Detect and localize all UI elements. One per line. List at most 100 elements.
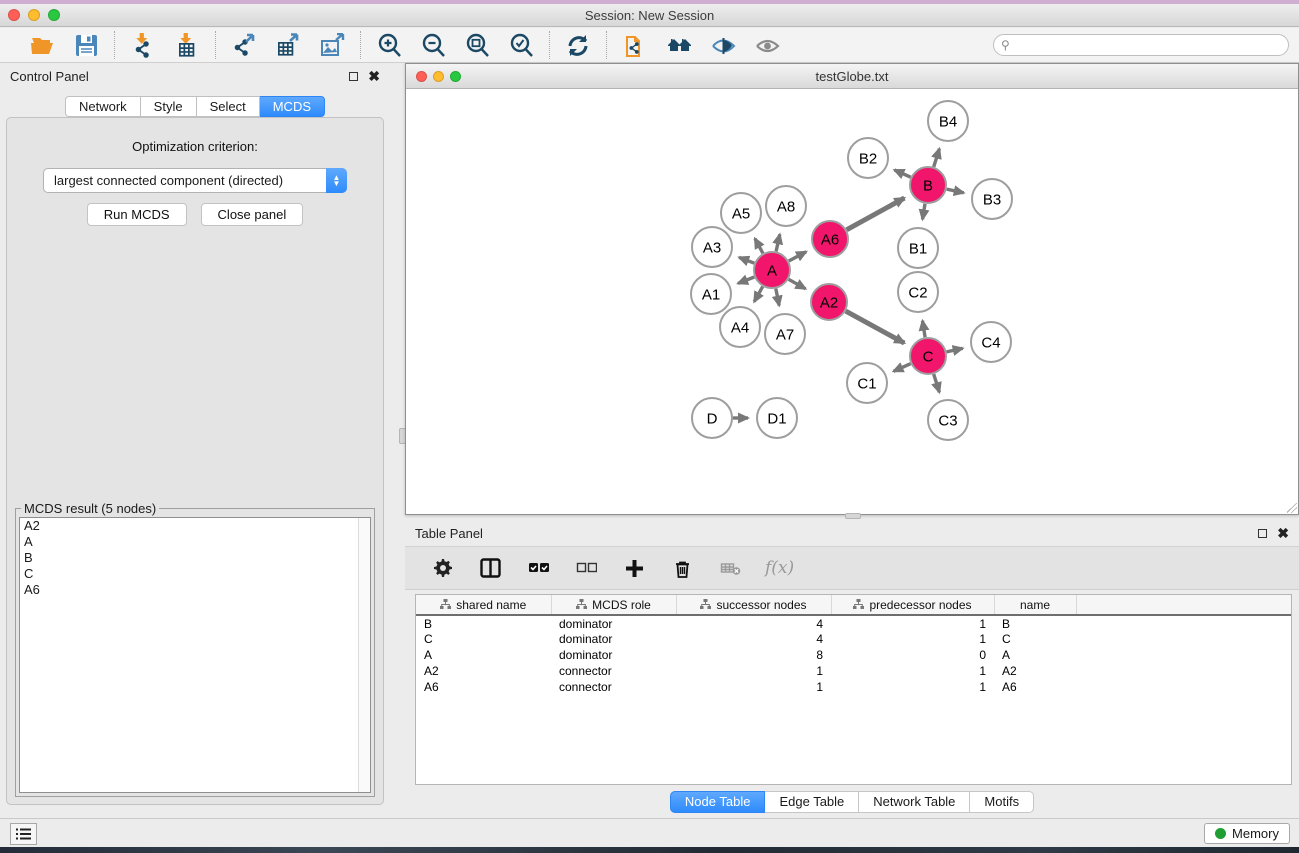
tab-mcds[interactable]: MCDS — [260, 96, 325, 117]
tab-network[interactable]: Network — [65, 96, 141, 117]
result-list-item[interactable]: A2 — [20, 518, 370, 534]
import-table-icon[interactable] — [173, 31, 201, 59]
edge-A-A8[interactable] — [776, 234, 780, 251]
node-A6[interactable]: A6 — [812, 221, 848, 257]
table-close-panel-icon[interactable]: ✖ — [1277, 529, 1289, 538]
memory-button[interactable]: Memory — [1204, 823, 1290, 844]
close-window-button[interactable] — [8, 9, 20, 21]
zoom-window-button[interactable] — [48, 9, 60, 21]
table-cell[interactable]: A6 — [416, 679, 551, 695]
tab-motifs[interactable]: Motifs — [970, 791, 1034, 813]
network-zoom-button[interactable] — [450, 71, 461, 82]
result-list-item[interactable]: A — [20, 534, 370, 550]
export-table-icon[interactable] — [274, 31, 302, 59]
table-cell[interactable]: 4 — [676, 631, 831, 647]
table-cell[interactable]: A — [416, 647, 551, 663]
node-C1[interactable]: C1 — [847, 363, 887, 403]
tab-edge-table[interactable]: Edge Table — [765, 791, 859, 813]
table-cell[interactable]: dominator — [551, 631, 676, 647]
zoom-fit-icon[interactable] — [463, 31, 491, 59]
mcds-result-list[interactable]: A2ABCA6 — [19, 517, 371, 793]
table-cell[interactable]: 4 — [676, 615, 831, 631]
table-cell[interactable]: A6 — [994, 679, 1076, 695]
table-row[interactable]: Adominator80A — [416, 647, 1291, 663]
node-B[interactable]: B — [910, 167, 946, 203]
node-A5[interactable]: A5 — [721, 193, 761, 233]
gear-icon[interactable] — [429, 555, 455, 581]
edge-C-C2[interactable] — [923, 321, 926, 338]
edge-A-A5[interactable] — [755, 239, 763, 254]
table-cell[interactable]: 8 — [676, 647, 831, 663]
table-cell[interactable]: A — [994, 647, 1076, 663]
home-icon[interactable] — [665, 31, 693, 59]
edge-C-C4[interactable] — [947, 348, 963, 352]
tab-node-table[interactable]: Node Table — [670, 791, 766, 813]
table-cell[interactable]: connector — [551, 663, 676, 679]
node-A3[interactable]: A3 — [692, 227, 732, 267]
column-header-shared-name[interactable]: shared name — [416, 595, 551, 615]
close-panel-icon[interactable]: ✖ — [368, 72, 380, 81]
optimization-criterion-dropdown[interactable]: largest connected component (directed) ▲… — [43, 168, 347, 193]
network-resize-grip[interactable] — [1287, 503, 1297, 513]
node-table[interactable]: shared nameMCDS rolesuccessor nodesprede… — [415, 594, 1292, 785]
column-header-successor-nodes[interactable]: successor nodes — [676, 595, 831, 615]
result-list-scrollbar[interactable] — [358, 518, 370, 792]
network-window-titlebar[interactable]: testGlobe.txt — [406, 64, 1298, 89]
tab-style[interactable]: Style — [141, 96, 197, 117]
refresh-icon[interactable] — [564, 31, 592, 59]
table-cell[interactable]: 1 — [831, 663, 994, 679]
column-header-MCDS-role[interactable]: MCDS role — [551, 595, 676, 615]
table-cell[interactable]: 1 — [676, 663, 831, 679]
delete-icon[interactable] — [669, 555, 695, 581]
network-close-button[interactable] — [416, 71, 427, 82]
table-cell[interactable]: A2 — [994, 663, 1076, 679]
edge-B-B2[interactable] — [894, 170, 910, 177]
table-cell[interactable]: A2 — [416, 663, 551, 679]
edge-B-B1[interactable] — [923, 204, 926, 220]
edge-A-A6[interactable] — [789, 252, 806, 261]
node-C2[interactable]: C2 — [898, 272, 938, 312]
table-row[interactable]: A6connector11A6 — [416, 679, 1291, 695]
table-row[interactable]: A2connector11A2 — [416, 663, 1291, 679]
table-cell[interactable]: B — [416, 615, 551, 631]
network-canvas[interactable]: B4B2BB3A5A8A6A3B1AC2A1A2A4A7C4CC1DD1C3 — [406, 89, 1298, 514]
export-network-icon[interactable] — [230, 31, 258, 59]
tab-select[interactable]: Select — [197, 96, 260, 117]
column-header-predecessor-nodes[interactable]: predecessor nodes — [831, 595, 994, 615]
node-B4[interactable]: B4 — [928, 101, 968, 141]
import-network-icon[interactable] — [129, 31, 157, 59]
run-mcds-button[interactable]: Run MCDS — [87, 203, 187, 226]
edge-A-A1[interactable] — [738, 277, 754, 283]
zoom-out-icon[interactable] — [419, 31, 447, 59]
table-cell[interactable]: dominator — [551, 647, 676, 663]
node-A7[interactable]: A7 — [765, 314, 805, 354]
node-D[interactable]: D — [692, 398, 732, 438]
float-panel-icon[interactable] — [349, 72, 358, 81]
result-list-item[interactable]: C — [20, 566, 370, 582]
node-A[interactable]: A — [754, 252, 790, 288]
hide-panel-eye-icon[interactable] — [709, 31, 737, 59]
table-cell[interactable]: 0 — [831, 647, 994, 663]
table-cell[interactable]: 1 — [831, 631, 994, 647]
edge-C-C1[interactable] — [894, 364, 911, 372]
table-row[interactable]: Cdominator41C — [416, 631, 1291, 647]
minimize-window-button[interactable] — [28, 9, 40, 21]
table-cell[interactable]: 1 — [676, 679, 831, 695]
table-cell[interactable]: dominator — [551, 615, 676, 631]
edge-A2-C[interactable] — [846, 311, 905, 343]
table-float-panel-icon[interactable] — [1258, 529, 1267, 538]
network-minimize-button[interactable] — [433, 71, 444, 82]
edge-C-C3[interactable] — [934, 374, 940, 392]
node-B3[interactable]: B3 — [972, 179, 1012, 219]
node-B2[interactable]: B2 — [848, 138, 888, 178]
node-A2[interactable]: A2 — [811, 284, 847, 320]
zoom-in-icon[interactable] — [375, 31, 403, 59]
column-header-name[interactable]: name — [994, 595, 1076, 615]
table-cell[interactable]: C — [994, 631, 1076, 647]
show-panel-eye-icon[interactable] — [753, 31, 781, 59]
select-all-icon[interactable] — [525, 555, 551, 581]
node-A4[interactable]: A4 — [720, 307, 760, 347]
node-B1[interactable]: B1 — [898, 228, 938, 268]
node-C4[interactable]: C4 — [971, 322, 1011, 362]
table-cell[interactable]: B — [994, 615, 1076, 631]
